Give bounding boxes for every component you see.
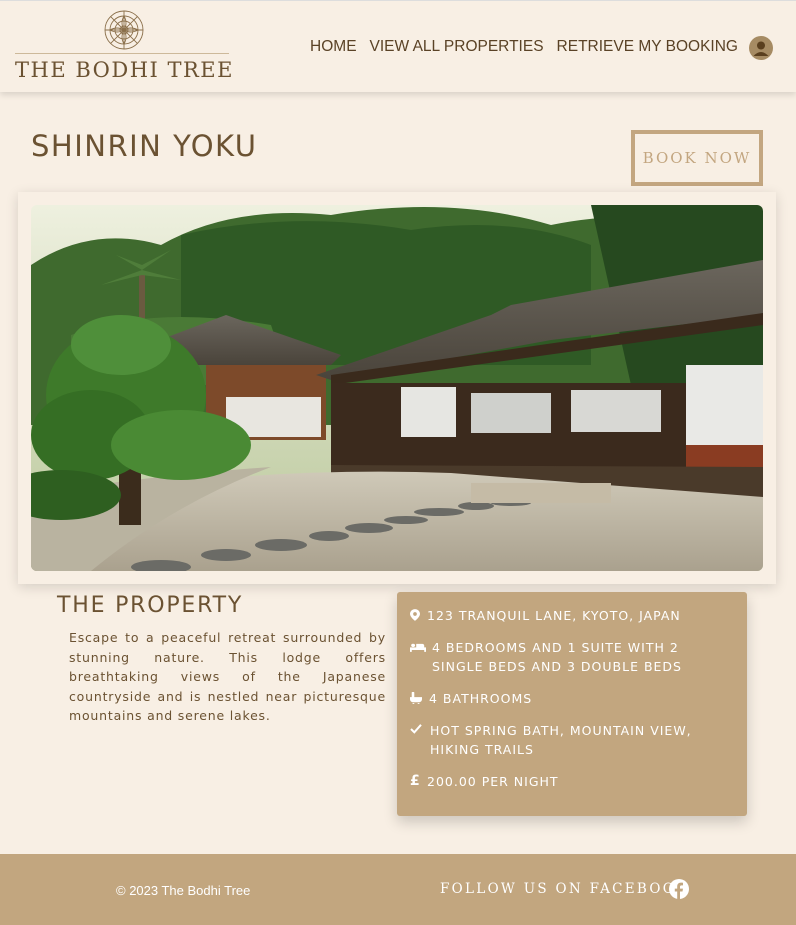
detail-amenities: Hot spring bath, Mountain view, Hiking t… bbox=[410, 721, 734, 759]
detail-price: £ 200.00 per night bbox=[410, 772, 734, 791]
nav-view-all-properties[interactable]: VIEW ALL PROPERTIES bbox=[370, 38, 544, 56]
site-header: THE BODHI TREE HOME VIEW ALL PROPERTIES … bbox=[0, 0, 796, 92]
address-text: 123 Tranquil Lane, Kyoto, Japan bbox=[427, 608, 681, 623]
price-text: 200.00 per night bbox=[427, 774, 559, 789]
detail-address: 123 Tranquil Lane, Kyoto, Japan bbox=[410, 606, 734, 625]
property-photo bbox=[31, 205, 763, 571]
main-nav: HOME VIEW ALL PROPERTIES RETRIEVE MY BOO… bbox=[310, 38, 738, 56]
section-heading: THE PROPERTY bbox=[57, 593, 244, 618]
bedrooms-text: 4 bedrooms and 1 suite with 2 single bed… bbox=[432, 640, 682, 674]
pound-icon: £ bbox=[410, 773, 421, 789]
amenities-text: Hot spring bath, Mountain view, Hiking t… bbox=[430, 723, 692, 757]
user-account-icon[interactable] bbox=[749, 36, 773, 60]
mandala-logo-icon[interactable] bbox=[103, 9, 145, 51]
brand-name[interactable]: THE BODHI TREE bbox=[15, 58, 234, 82]
check-icon bbox=[410, 721, 427, 759]
nav-retrieve-booking[interactable]: RETRIEVE MY BOOKING bbox=[557, 38, 738, 56]
bed-icon bbox=[410, 638, 429, 676]
book-now-button[interactable]: BOOK NOW bbox=[631, 130, 763, 186]
facebook-icon[interactable] bbox=[669, 879, 689, 899]
hero-card bbox=[18, 192, 776, 584]
property-title: SHINRIN YOKU bbox=[31, 129, 258, 163]
nav-home[interactable]: HOME bbox=[310, 38, 357, 56]
map-marker-icon bbox=[410, 606, 424, 625]
bathrooms-text: 4 bathrooms bbox=[429, 691, 533, 706]
logo-divider bbox=[15, 53, 229, 54]
bath-icon bbox=[410, 689, 426, 708]
copyright-text: © 2023 The Bodhi Tree bbox=[116, 883, 251, 898]
detail-bathrooms: 4 bathrooms bbox=[410, 689, 734, 708]
detail-bedrooms: 4 bedrooms and 1 suite with 2 single bed… bbox=[410, 638, 734, 676]
property-description: Escape to a peaceful retreat surrounded … bbox=[69, 630, 386, 723]
follow-facebook-link[interactable]: FOLLOW US ON FACEBOOK bbox=[440, 881, 689, 897]
site-footer: © 2023 The Bodhi Tree FOLLOW US ON FACEB… bbox=[0, 854, 796, 925]
property-details-card: 123 Tranquil Lane, Kyoto, Japan 4 bedroo… bbox=[397, 592, 747, 816]
